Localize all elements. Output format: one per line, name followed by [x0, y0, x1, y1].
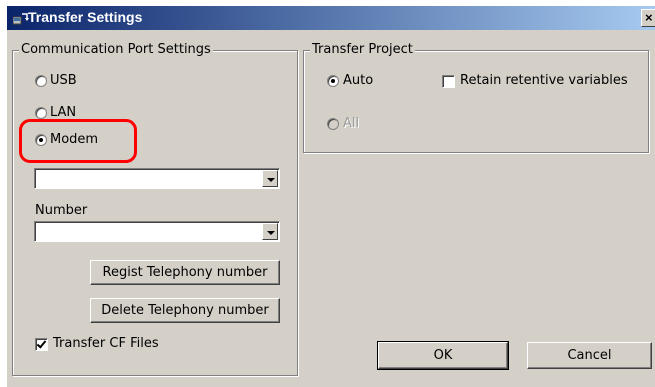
usb-label[interactable]: USB	[50, 73, 77, 89]
modem-dropdown-arrow-icon[interactable]	[262, 170, 278, 187]
number-dropdown-arrow-icon[interactable]	[262, 223, 278, 240]
usb-radio[interactable]	[35, 75, 47, 87]
number-combobox[interactable]	[34, 221, 280, 242]
transfer-project-legend: Transfer Project	[310, 42, 415, 58]
cancel-button[interactable]: Cancel	[527, 342, 652, 369]
auto-radio[interactable]	[327, 75, 339, 87]
retain-variables-checkbox[interactable]	[442, 75, 455, 88]
all-radio[interactable]	[327, 118, 339, 130]
auto-label[interactable]: Auto	[343, 73, 373, 89]
transfer-settings-icon	[13, 13, 29, 25]
dialog-title: Transfer Settings	[28, 9, 143, 25]
lan-label[interactable]: LAN	[50, 105, 76, 121]
ok-button[interactable]: OK	[377, 341, 509, 370]
lan-radio[interactable]	[35, 107, 47, 119]
all-label[interactable]: All	[343, 116, 359, 132]
transfer-cf-label[interactable]: Transfer CF Files	[53, 336, 159, 352]
title-bar[interactable]: Transfer Settings ×	[7, 6, 655, 30]
communication-port-legend: Communication Port Settings	[19, 42, 213, 58]
close-button[interactable]: ×	[641, 9, 655, 27]
transfer-settings-dialog: Transfer Settings × Communication Port S…	[6, 5, 655, 387]
modem-label[interactable]: Modem	[50, 132, 98, 148]
modem-combobox[interactable]	[34, 168, 280, 189]
transfer-project-group: Transfer Project	[303, 42, 649, 153]
retain-variables-label[interactable]: Retain retentive variables	[460, 73, 628, 89]
delete-telephony-button[interactable]: Delete Telephony number	[90, 298, 280, 323]
transfer-cf-checkbox[interactable]	[35, 338, 48, 351]
modem-radio[interactable]	[35, 134, 47, 146]
number-label: Number	[35, 203, 88, 218]
regist-telephony-button[interactable]: Regist Telephony number	[90, 260, 280, 285]
